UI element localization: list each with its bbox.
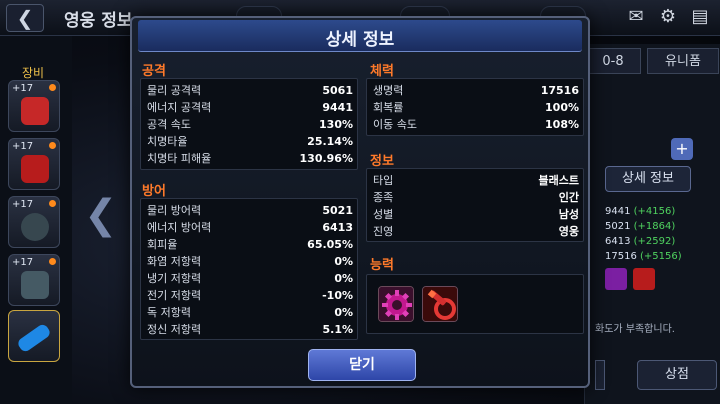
stat-row: 화염 저항력 0%	[147, 255, 353, 268]
gear-ability-icon[interactable]	[378, 286, 414, 322]
stat-row: 치명타율 25.14%	[147, 135, 353, 148]
equip-level: +17	[12, 83, 34, 94]
stat-row: 독 저항력 0%	[147, 306, 353, 319]
equip-art	[21, 155, 49, 183]
stat-row: 물리 방어력 5021	[147, 204, 353, 217]
equip-slot[interactable]: +17	[8, 254, 60, 306]
stat-row: 공격 속도 130%	[147, 118, 353, 131]
stat-row: 물리 공격력 5061	[147, 84, 353, 97]
blade-ability-icon	[633, 268, 655, 290]
equip-art	[21, 213, 49, 241]
equip-slot[interactable]: +17	[8, 196, 60, 248]
side-stat: 9441 (+4156)	[605, 206, 676, 217]
attack-box: 물리 공격력 5061 에너지 공격력 9441 공격 속도 130% 치명타율 25.…	[140, 78, 358, 170]
screen-title: 영웅 정보	[64, 11, 133, 31]
health-heading: 체력	[370, 64, 394, 79]
side-stat: 5021 (+1864)	[605, 221, 676, 232]
stat-row: 냉기 저항력 0%	[147, 272, 353, 285]
stat-row: 이동 속도 108%	[373, 118, 579, 131]
notify-dot	[49, 84, 56, 91]
detail-info-modal: 상세 정보 공격 물리 공격력 5061 에너지 공격력 9441 공격 속도 130…	[130, 16, 590, 388]
detail-info-button[interactable]: 상세 정보	[605, 166, 691, 192]
ability-heading: 능력	[370, 258, 394, 273]
stat-row: 회복률 100%	[373, 101, 579, 114]
stat-row: 생명력 17516	[373, 84, 579, 97]
tab-level[interactable]: 0-8	[585, 48, 641, 74]
back-button[interactable]: ❮	[6, 4, 44, 32]
defense-heading: 방어	[142, 184, 166, 199]
info-row: 종족 인간	[373, 191, 579, 204]
equip-slot[interactable]: +17	[8, 138, 60, 190]
equip-art	[21, 271, 49, 299]
close-button[interactable]: 닫기	[308, 349, 416, 381]
equip-slot[interactable]: +17	[8, 80, 60, 132]
equip-art	[21, 97, 49, 125]
modal-title: 상세 정보	[325, 30, 395, 50]
info-row: 진영 영웅	[373, 225, 579, 238]
defense-box: 물리 방어력 5021 에너지 방어력 6413 회피율 65.05% 화염 저항력 0…	[140, 198, 358, 340]
attack-heading: 공격	[142, 64, 166, 79]
gear-icon[interactable]: ⚙	[656, 6, 680, 28]
stat-row: 치명타 피해율 130.96%	[147, 152, 353, 165]
stat-row: 에너지 공격력 9441	[147, 101, 353, 114]
info-row: 타입 블래스트	[373, 174, 579, 187]
info-row: 성별 남성	[373, 208, 579, 221]
stat-row: 전기 저항력 -10%	[147, 289, 353, 302]
add-icon[interactable]: +	[671, 138, 693, 160]
side-stat: 17516 (+5156)	[605, 251, 682, 262]
health-box: 생명력 17516 회복률 100% 이동 속도 108%	[366, 78, 584, 136]
equip-slot[interactable]	[8, 310, 60, 362]
equip-art	[16, 322, 52, 354]
notify-dot	[49, 258, 56, 265]
info-box: 타입 블래스트 종족 인간 성별 남성 진영 영웅	[366, 168, 584, 242]
tab-uniform[interactable]: 유니폼	[647, 48, 719, 74]
stat-row: 에너지 방어력 6413	[147, 221, 353, 234]
mail-icon[interactable]: ✉	[624, 6, 648, 28]
equipment-label: 장비	[22, 66, 45, 80]
hero-side-panel: 0-8 유니폼 + 상세 정보 9441 (+4156) 5021 (+1864…	[584, 44, 720, 404]
equip-level: +17	[12, 257, 34, 268]
equip-level: +17	[12, 199, 34, 210]
modal-header: 상세 정보	[138, 20, 582, 52]
info-heading: 정보	[370, 154, 394, 169]
prev-hero-arrow[interactable]: ❮	[84, 190, 118, 240]
chat-icon[interactable]: ▤	[688, 6, 712, 28]
back-arrow-icon: ❮	[16, 6, 34, 30]
equip-level: +17	[12, 141, 34, 152]
notify-dot	[49, 142, 56, 149]
notify-dot	[49, 200, 56, 207]
action-button[interactable]	[595, 360, 605, 390]
stat-row: 회피율 65.05%	[147, 238, 353, 251]
top-icons: ✉ ⚙ ▤	[624, 6, 712, 28]
shop-button[interactable]: 상점	[637, 360, 717, 390]
gear-ability-icon	[605, 268, 627, 290]
side-stat: 6413 (+2592)	[605, 236, 676, 247]
blade-ability-icon[interactable]	[422, 286, 458, 322]
stat-row: 정신 저항력 5.1%	[147, 323, 353, 336]
warning-text: 화도가 부족합니다.	[595, 324, 675, 335]
